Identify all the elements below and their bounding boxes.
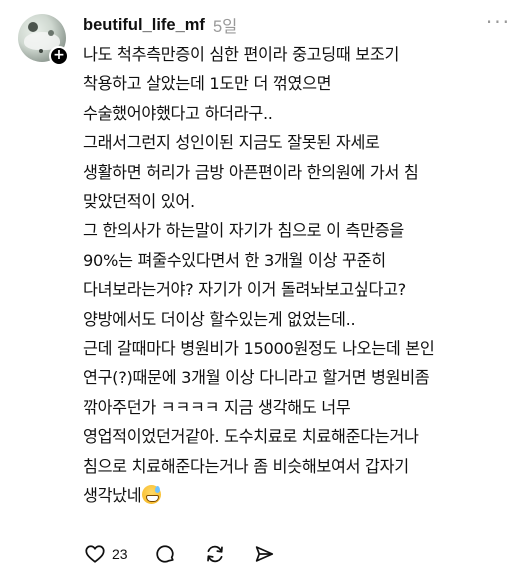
body-line: 그 한의사가 하는말이 자기가 침으로 이 측만증을 (83, 221, 404, 241)
post-header: beutiful_life_mf 5일 ··· (83, 12, 511, 38)
body-line: 영업적이었던거같아. 도수치료로 치료해준다는거나 (83, 427, 419, 447)
share-icon (255, 546, 273, 562)
like-count: 23 (112, 546, 128, 562)
body-line: 근데 갈때마다 병원비가 15000원정도 나오는데 본인 (83, 339, 435, 359)
share-button[interactable] (253, 543, 275, 565)
timestamp: 5일 (212, 18, 238, 36)
comment-button[interactable] (154, 543, 176, 565)
body-line: 연구(?)때문에 3개월 이상 다니라고 할거면 병원비좀 (83, 368, 430, 388)
body-line: 90%는 펴줄수있다면서 한 3개월 이상 꾸준히 (83, 250, 386, 270)
body-line: 양방에서도 더이상 할수있는게 없었는데.. (83, 309, 356, 329)
more-horizontal-icon[interactable]: ··· (486, 12, 511, 32)
avatar[interactable]: + (18, 14, 69, 66)
action-bar: 23 (84, 543, 275, 565)
body-line: 깎아주던가 ㅋㅋㅋㅋ 지금 생각해도 너무 (83, 397, 351, 417)
body-line: 생각났네 (83, 486, 142, 506)
post-body: 나도 척추측만증이 심한 편이라 중고딩때 보조기 착용하고 살았는데 1도만 … (83, 40, 513, 511)
body-line: 생활하면 허리가 금방 아픈편이라 한의원에 가서 침 (83, 162, 419, 182)
heart-icon (85, 545, 105, 563)
body-line: 다녀보라는거야? 자기가 이거 돌려놔보고싶다고? (83, 280, 406, 300)
body-line: 침으로 치료해준다는거나 좀 비슷해보여서 갑자기 (83, 456, 409, 476)
username[interactable]: beutiful_life_mf (83, 16, 205, 35)
comment-icon (155, 545, 174, 563)
body-line: 맞았던적이 있어. (83, 192, 195, 212)
body-line: 그래서그런지 성인이된 지금도 잘못된 자세로 (83, 133, 380, 153)
body-line: 수술했어야했다고 하더라구.. (83, 103, 273, 123)
like-button[interactable]: 23 (84, 543, 128, 565)
grinning-sweat-emoji-icon (142, 485, 162, 505)
follow-plus-icon[interactable]: + (49, 46, 69, 66)
repost-button[interactable] (204, 543, 226, 565)
body-line: 나도 척추측만증이 심한 편이라 중고딩때 보조기 (83, 45, 400, 64)
body-line: 착용하고 살았는데 1도만 더 꺾였으면 (83, 74, 332, 94)
repost-icon (206, 545, 223, 563)
